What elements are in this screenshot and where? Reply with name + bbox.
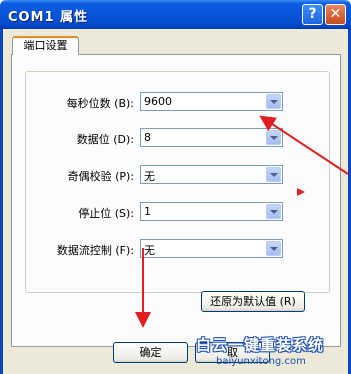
stop-bits-value: 1 (144, 205, 151, 218)
flow-control-label: 数据流控制 (F): (56, 244, 134, 257)
dialog-body: 端口设置 每秒位数 (B): 9600 数据位 (D): 8 奇偶校验 (P):… (0, 29, 351, 374)
parity-select[interactable]: 无 (140, 165, 283, 184)
window-title: COM1 属性 (8, 10, 89, 25)
chevron-down-icon[interactable] (266, 94, 281, 109)
chevron-down-icon[interactable] (266, 204, 281, 219)
close-icon[interactable]: ✕ (325, 4, 346, 25)
chevron-down-icon[interactable] (266, 241, 281, 256)
chevron-down-icon[interactable] (266, 130, 281, 145)
parity-label: 奇偶校验 (P): (67, 170, 134, 183)
parity-value: 无 (144, 170, 155, 183)
bits-per-second-value: 9600 (144, 95, 172, 108)
restore-defaults-button[interactable]: 还原为默认值 (R) (201, 291, 305, 312)
stop-bits-select[interactable]: 1 (140, 202, 283, 221)
stop-bits-label: 停止位 (S): (78, 207, 134, 220)
ok-button[interactable]: 确定 (113, 342, 188, 363)
data-bits-select[interactable]: 8 (140, 128, 283, 147)
bits-per-second-select[interactable]: 9600 (140, 92, 283, 111)
bits-per-second-label: 每秒位数 (B): (66, 97, 134, 110)
watermark-text: 白云一键重装系统 (196, 336, 325, 354)
tab-port-settings[interactable]: 端口设置 (12, 36, 79, 55)
flow-control-select[interactable]: 无 (140, 239, 283, 258)
watermark-logo: 白云一键重装系统 baiyunxitong.com (196, 334, 348, 374)
watermark-url: baiyunxitong.com (216, 356, 306, 367)
help-icon[interactable]: ? (302, 4, 323, 25)
title-bar: COM1 属性 ? ✕ (0, 0, 351, 29)
data-bits-value: 8 (144, 131, 151, 144)
flow-control-value: 无 (144, 244, 155, 257)
chevron-down-icon[interactable] (266, 167, 281, 182)
data-bits-label: 数据位 (D): (76, 133, 134, 146)
